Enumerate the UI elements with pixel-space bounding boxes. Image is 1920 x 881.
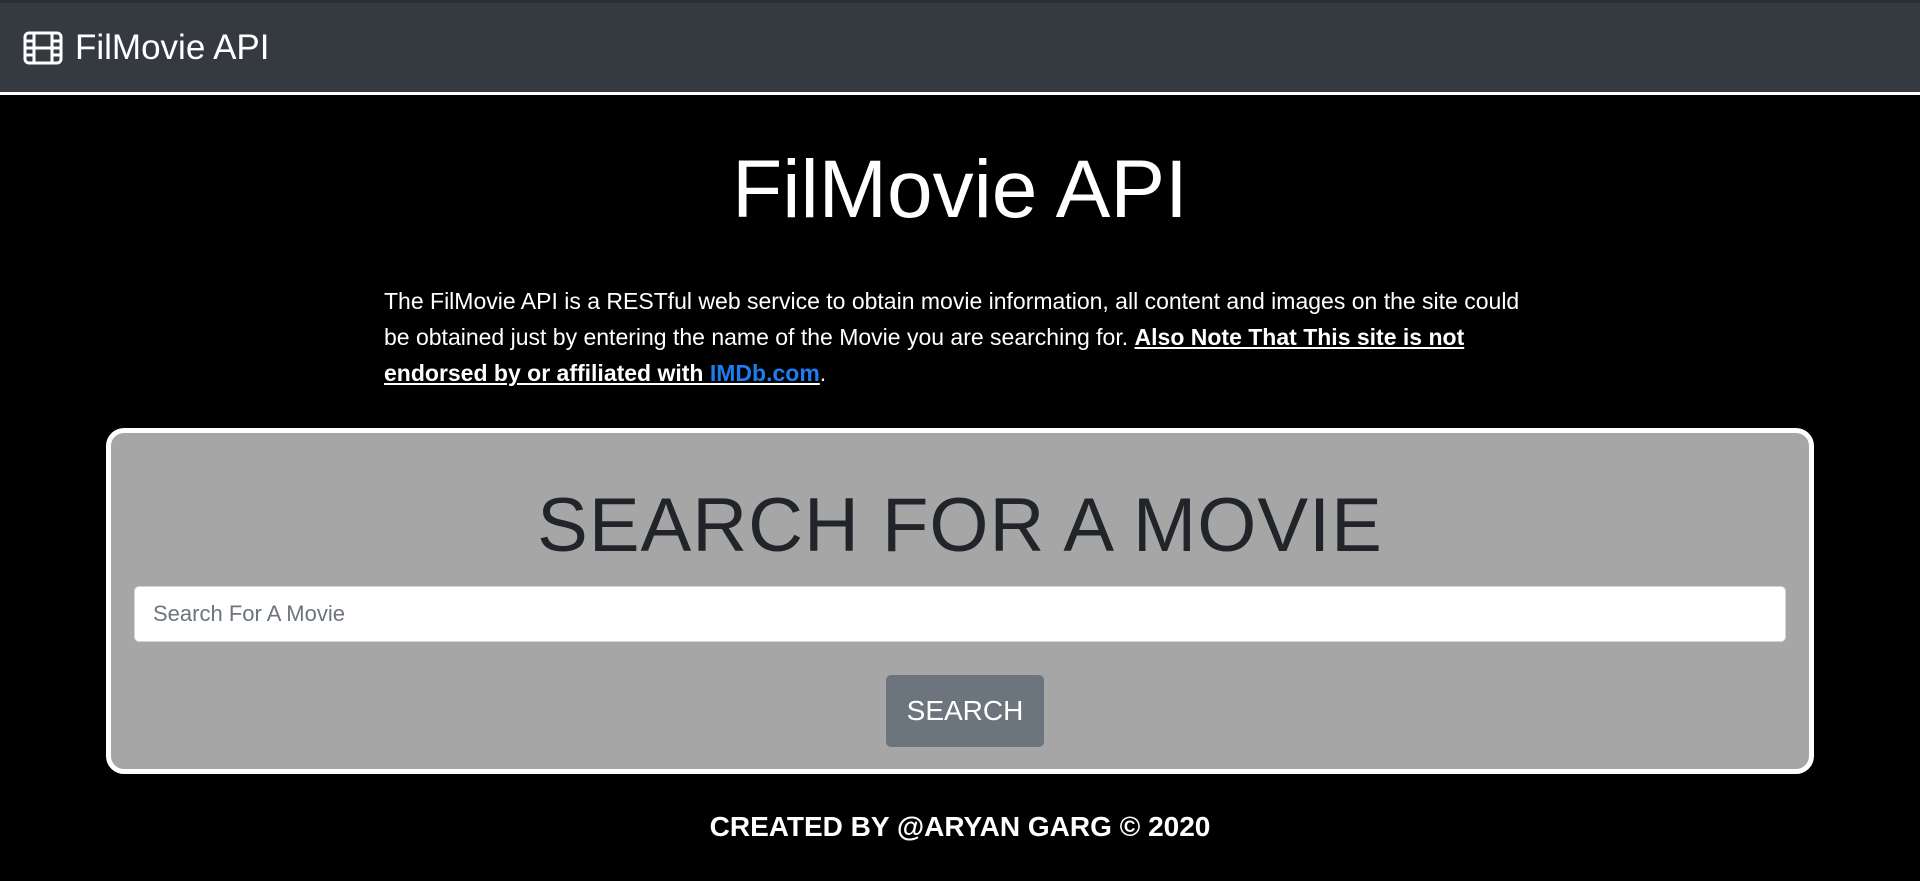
intro-paragraph: The FilMovie API is a RESTful web servic… [384, 283, 1544, 391]
brand-label: FilMovie API [75, 27, 270, 67]
search-heading: SEARCH FOR A MOVIE [537, 483, 1383, 568]
footer-credit: CREATED BY @ARYAN GARG © 2020 [709, 811, 1211, 842]
film-icon [23, 31, 63, 64]
navbar-brand[interactable]: FilMovie API [23, 28, 270, 68]
page-title: FilMovie API [732, 144, 1188, 235]
intro-trailing: . [819, 360, 827, 386]
search-button[interactable]: SEARCH [886, 675, 1044, 747]
search-card: SEARCH FOR A MOVIE SEARCH [106, 428, 1814, 774]
top-navbar: FilMovie API [0, 0, 1920, 95]
imdb-link[interactable]: IMDb.com [710, 360, 820, 386]
search-input[interactable] [134, 586, 1786, 642]
